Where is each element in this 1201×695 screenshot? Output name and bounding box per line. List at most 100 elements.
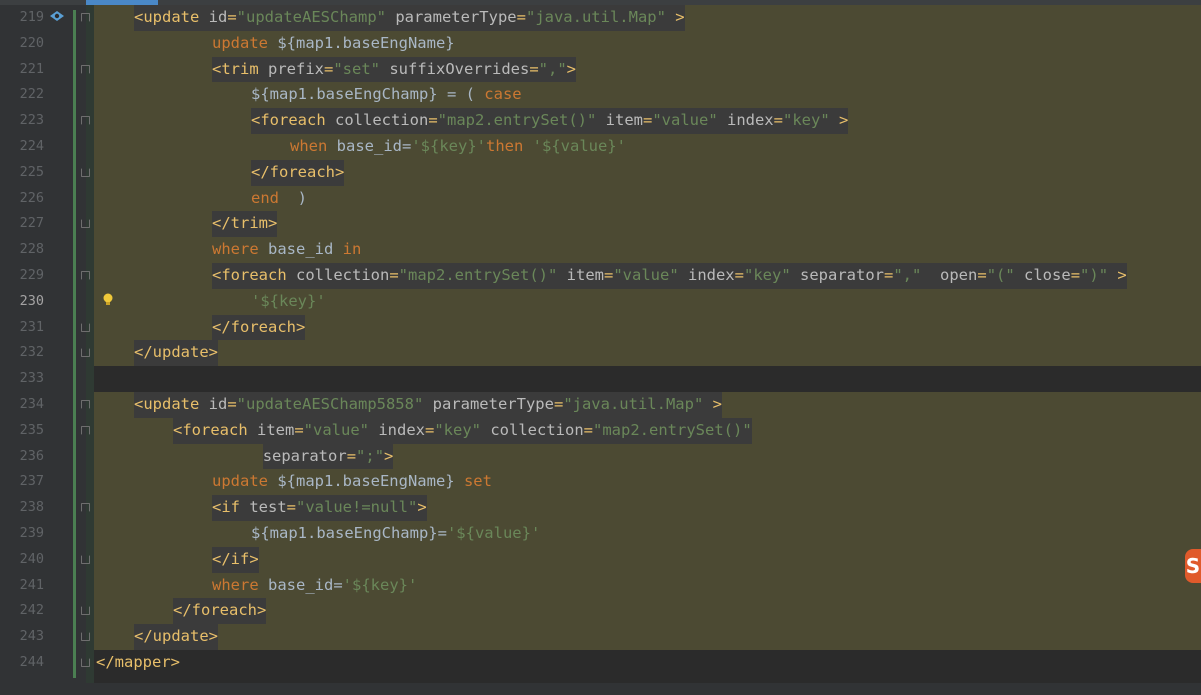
run-breakpoint-icon[interactable] <box>48 9 66 25</box>
line-number[interactable]: 221 <box>0 57 44 83</box>
code-token: base_id= <box>336 137 412 155</box>
fold-open-icon[interactable] <box>81 64 90 74</box>
code-text[interactable]: end ) <box>251 186 307 212</box>
fold-open-icon[interactable] <box>81 13 90 22</box>
code-line[interactable]: 242 </foreach> <box>0 598 1201 625</box>
code-token: <foreach <box>251 111 335 130</box>
code-line[interactable]: 230 '${key}' <box>0 288 1201 315</box>
fold-close-icon[interactable] <box>81 658 90 667</box>
code-line[interactable]: 228 where base_id in <box>0 237 1201 263</box>
code-line[interactable]: 235 <foreach item="value" index="key" col… <box>0 417 1201 444</box>
code-text[interactable]: ${map1.baseEngChamp} = ( case <box>251 82 522 108</box>
code-line[interactable]: 241 where base_id='${key}' <box>0 572 1201 599</box>
line-number[interactable]: 232 <box>0 340 44 366</box>
code-line[interactable]: 234 <update id="updateAESChamp5858" param… <box>0 392 1201 418</box>
fold-close-icon[interactable] <box>81 167 90 177</box>
code-text[interactable]: <foreach collection="map2.entrySet()" it… <box>251 108 849 134</box>
fold-open-icon[interactable] <box>81 425 90 435</box>
line-number[interactable]: 224 <box>0 134 44 160</box>
code-text[interactable]: <trim prefix="set" suffixOverrides=","> <box>212 56 577 83</box>
code-text[interactable]: '${key}' <box>251 289 326 315</box>
line-number[interactable]: 239 <box>0 521 44 547</box>
fold-open-icon[interactable] <box>81 116 90 126</box>
line-number[interactable]: 243 <box>0 624 44 650</box>
selection-highlight <box>94 546 1201 573</box>
code-line[interactable]: 231 </foreach> <box>0 314 1201 341</box>
line-number[interactable]: 227 <box>0 211 44 237</box>
line-number[interactable]: 238 <box>0 495 44 521</box>
line-number[interactable]: 234 <box>0 392 44 418</box>
code-text[interactable]: ${map1.baseEngChamp}='${value}' <box>251 521 540 547</box>
code-text[interactable]: where base_id='${key}' <box>212 573 417 599</box>
code-line[interactable]: 244 </mapper> <box>0 650 1201 676</box>
line-number[interactable]: 225 <box>0 160 44 186</box>
line-number[interactable]: 242 <box>0 598 44 624</box>
code-text[interactable]: </if> <box>212 546 259 573</box>
fold-close-icon[interactable] <box>81 554 90 564</box>
code-text[interactable]: when base_id='${key}'then '${value}' <box>290 134 626 160</box>
code-line[interactable]: 243 </update> <box>0 624 1201 650</box>
code-token: separator <box>800 266 884 284</box>
code-text[interactable]: <foreach collection="map2.entrySet()" it… <box>212 263 1127 289</box>
line-number[interactable]: 226 <box>0 186 44 212</box>
code-line[interactable]: 239 ${map1.baseEngChamp}='${value}' <box>0 521 1201 547</box>
code-text[interactable]: separator=";"> <box>262 443 394 470</box>
code-line[interactable]: 224 when base_id='${key}'then '${value}' <box>0 134 1201 160</box>
code-token: where <box>212 240 268 259</box>
code-line[interactable]: 223 <foreach collection="map2.entrySet()"… <box>0 108 1201 134</box>
line-number[interactable]: 244 <box>0 650 44 676</box>
code-text[interactable]: where base_id in <box>212 237 361 263</box>
line-number[interactable]: 237 <box>0 469 44 495</box>
fold-open-icon[interactable] <box>81 503 90 513</box>
code-text[interactable]: update ${map1.baseEngName} <box>212 31 455 57</box>
code-line[interactable]: 236 separator=";"> <box>0 443 1201 470</box>
code-line[interactable]: 229 <foreach collection="map2.entrySet()"… <box>0 263 1201 289</box>
code-token: suffixOverrides <box>389 59 530 78</box>
code-line[interactable]: 233 <box>0 366 1201 392</box>
line-number[interactable]: 223 <box>0 108 44 134</box>
fold-close-icon[interactable] <box>81 219 90 229</box>
code-text[interactable]: </foreach> <box>173 598 267 625</box>
line-number[interactable]: 229 <box>0 263 44 289</box>
line-number[interactable]: 241 <box>0 573 44 599</box>
fold-close-icon[interactable] <box>81 348 90 358</box>
code-line[interactable]: 220 update ${map1.baseEngName} <box>0 30 1201 57</box>
line-number[interactable]: 222 <box>0 82 44 108</box>
code-line[interactable]: 226 end ) <box>0 185 1201 212</box>
code-text[interactable]: <update id="updateAESChamp5858" paramete… <box>134 392 722 418</box>
fold-open-icon[interactable] <box>81 400 90 409</box>
fold-open-icon[interactable] <box>81 271 90 280</box>
code-line[interactable]: 225 </foreach> <box>0 159 1201 186</box>
code-line[interactable]: 221 <trim prefix="set" suffixOverrides=",… <box>0 56 1201 83</box>
code-line[interactable]: 238 <if test="value!=null"> <box>0 495 1201 521</box>
code-line[interactable]: 240 </if> <box>0 546 1201 573</box>
line-number[interactable]: 228 <box>0 237 44 263</box>
line-number[interactable]: 240 <box>0 547 44 573</box>
line-number[interactable]: 235 <box>0 418 44 444</box>
code-text[interactable]: </trim> <box>212 211 278 238</box>
line-number[interactable]: 219 <box>0 5 44 31</box>
code-text[interactable]: <update id="updateAESChamp" parameterTyp… <box>134 5 685 31</box>
line-number[interactable]: 220 <box>0 31 44 57</box>
code-text[interactable]: <foreach item="value" index="key" collec… <box>173 417 752 444</box>
code-line[interactable]: 237 update ${map1.baseEngName} set <box>0 469 1201 496</box>
code-text[interactable]: <if test="value!=null"> <box>212 495 427 521</box>
lightbulb-icon[interactable] <box>102 293 114 307</box>
code-line[interactable]: 232 </update> <box>0 340 1201 367</box>
code-line[interactable]: 222 ${map1.baseEngChamp} = ( case <box>0 82 1201 109</box>
code-text[interactable]: </mapper> <box>96 650 180 676</box>
code-text[interactable]: </foreach> <box>212 314 306 341</box>
code-text[interactable]: </update> <box>134 340 218 367</box>
fold-close-icon[interactable] <box>81 322 90 332</box>
line-number[interactable]: 236 <box>0 444 44 470</box>
line-number[interactable]: 233 <box>0 366 44 392</box>
fold-close-icon[interactable] <box>81 632 90 642</box>
fold-close-icon[interactable] <box>81 606 90 616</box>
code-line[interactable]: 219 <update id="updateAESChamp" parameter… <box>0 5 1201 31</box>
line-number[interactable]: 231 <box>0 315 44 341</box>
code-text[interactable]: </update> <box>134 624 218 650</box>
line-number[interactable]: 230 <box>0 289 44 315</box>
code-line[interactable]: 227 </trim> <box>0 211 1201 238</box>
code-text[interactable]: update ${map1.baseEngName} set <box>212 469 492 495</box>
code-text[interactable]: </foreach> <box>251 159 345 186</box>
